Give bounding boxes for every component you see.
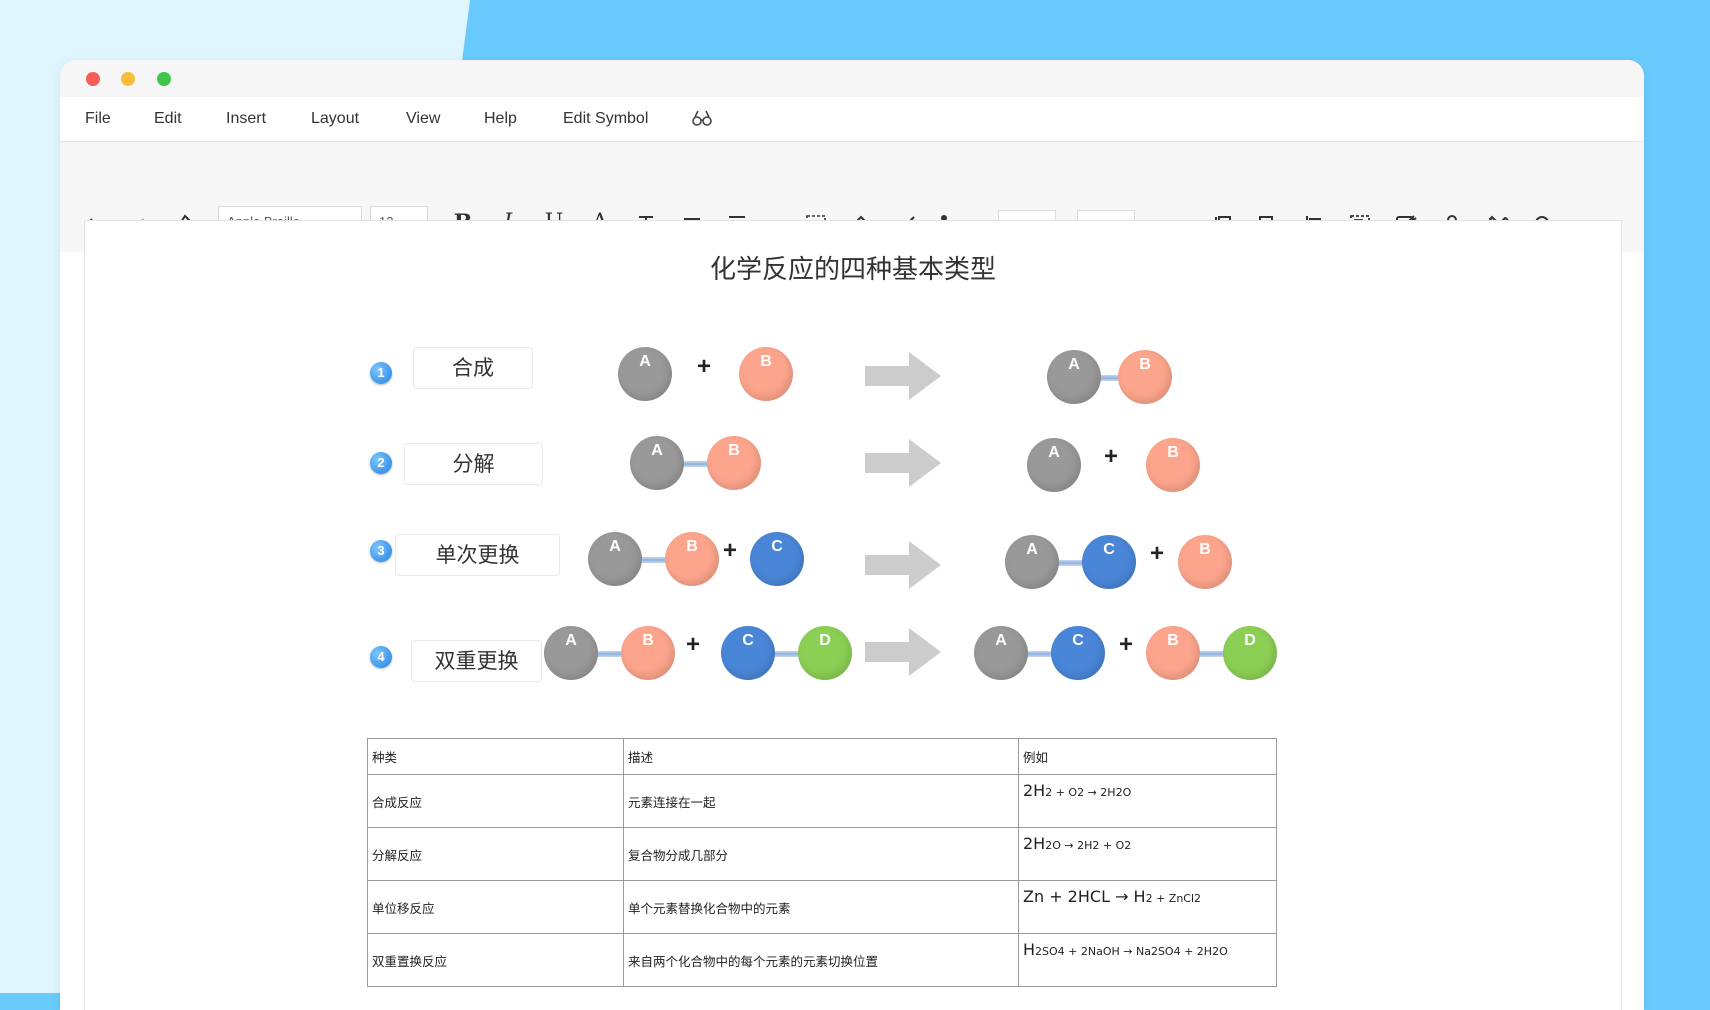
atom-a[interactable]: A	[588, 532, 642, 586]
atom-b[interactable]: B	[1178, 535, 1232, 589]
plus-sign: +	[1104, 443, 1119, 470]
diagram-canvas[interactable]: 化学反应的四种基本类型 1 合成 A + B A B 2 分解 A B A + …	[84, 220, 1622, 1010]
table-header-type: 种类	[367, 738, 624, 775]
close-window-button[interactable]	[86, 72, 100, 86]
atom-b[interactable]: B	[1146, 626, 1200, 680]
reaction-label-synthesis[interactable]: 合成	[413, 347, 533, 389]
atom-a[interactable]: A	[618, 347, 672, 401]
atom-a[interactable]: A	[1005, 535, 1059, 589]
binoculars-icon[interactable]	[690, 106, 714, 135]
reaction-arrow-icon	[865, 439, 941, 487]
atom-c[interactable]: C	[1082, 535, 1136, 589]
table-row[interactable]: 单位移反应 单个元素替换化合物中的元素 Zn + 2HCL → H2 + ZnC…	[367, 880, 1277, 934]
menu-view[interactable]: View	[406, 110, 440, 128]
table-cell-type: 分解反应	[367, 827, 624, 881]
table-row[interactable]: 合成反应 元素连接在一起 2H2 + O2 → 2H2O	[367, 774, 1277, 828]
example-main-text: 2H	[1023, 834, 1046, 853]
atom-c[interactable]: C	[721, 626, 775, 680]
table-cell-description: 来自两个化合物中的每个元素的元素切换位置	[623, 933, 1019, 987]
example-small-text: 2 + O2 → 2H2O	[1045, 786, 1132, 799]
minimize-window-button[interactable]	[121, 72, 135, 86]
atom-b[interactable]: B	[739, 347, 793, 401]
atom-c[interactable]: C	[1051, 626, 1105, 680]
table-row[interactable]: 分解反应 复合物分成几部分 2H2O → 2H2 + O2	[367, 827, 1277, 881]
reaction-arrow-icon	[865, 628, 941, 676]
app-window: File Edit Insert Layout View Help Edit S…	[60, 60, 1644, 1010]
menu-edit-symbol[interactable]: Edit Symbol	[563, 110, 648, 128]
table-row[interactable]: 双重置换反应 来自两个化合物中的每个元素的元素切换位置 H2SO4 + 2NaO…	[367, 933, 1277, 987]
atom-b[interactable]: B	[1146, 438, 1200, 492]
table-cell-example: Zn + 2HCL → H2 + ZnCl2	[1018, 880, 1277, 934]
reaction-label-double-replacement[interactable]: 双重更换	[411, 640, 542, 682]
atom-d[interactable]: D	[1223, 626, 1277, 680]
plus-sign: +	[723, 537, 738, 564]
plus-sign: +	[697, 353, 712, 380]
plus-sign: +	[1150, 540, 1165, 567]
example-small-text: 2 + ZnCl2	[1145, 892, 1202, 905]
atom-a[interactable]: A	[1047, 350, 1101, 404]
reaction-arrow-icon	[865, 541, 941, 589]
step-number-3: 3	[370, 540, 392, 562]
menu-layout[interactable]: Layout	[311, 110, 359, 128]
plus-sign: +	[1119, 631, 1134, 658]
example-small-text: 2O → 2H2 + O2	[1045, 839, 1132, 852]
atom-a[interactable]: A	[544, 626, 598, 680]
title-bar	[60, 60, 1644, 97]
menu-file[interactable]: File	[85, 110, 111, 128]
reaction-arrow-icon	[865, 352, 941, 400]
atom-b[interactable]: B	[665, 532, 719, 586]
plus-sign: +	[686, 631, 701, 658]
table-cell-description: 单个元素替换化合物中的元素	[623, 880, 1019, 934]
maximize-window-button[interactable]	[157, 72, 171, 86]
step-number-1: 1	[370, 362, 392, 384]
reaction-label-single-replacement[interactable]: 单次更换	[395, 534, 560, 576]
menu-bar: File Edit Insert Layout View Help Edit S…	[60, 97, 1644, 142]
atom-a[interactable]: A	[974, 626, 1028, 680]
atom-b[interactable]: B	[1118, 350, 1172, 404]
atom-a[interactable]: A	[1027, 438, 1081, 492]
example-main-text: 2H	[1023, 781, 1046, 800]
reaction-table[interactable]: 种类 描述 例如 合成反应 元素连接在一起 2H2 + O2 → 2H2O 分解…	[367, 738, 1277, 987]
table-cell-type: 合成反应	[367, 774, 624, 828]
menu-edit[interactable]: Edit	[154, 110, 182, 128]
step-number-2: 2	[370, 452, 392, 474]
table-cell-example: 2H2O → 2H2 + O2	[1018, 827, 1277, 881]
menu-insert[interactable]: Insert	[226, 110, 266, 128]
table-cell-type: 单位移反应	[367, 880, 624, 934]
table-cell-description: 元素连接在一起	[623, 774, 1019, 828]
table-header-row: 种类 描述 例如	[367, 738, 1277, 775]
atom-d[interactable]: D	[798, 626, 852, 680]
atom-b[interactable]: B	[621, 626, 675, 680]
atom-c[interactable]: C	[750, 532, 804, 586]
table-cell-example: H2SO4 + 2NaOH → Na2SO4 + 2H2O	[1018, 933, 1277, 987]
table-cell-description: 复合物分成几部分	[623, 827, 1019, 881]
step-number-4: 4	[370, 646, 392, 668]
table-cell-type: 双重置换反应	[367, 933, 624, 987]
table-header-example: 例如	[1018, 738, 1277, 775]
atom-b[interactable]: B	[707, 436, 761, 490]
atom-a[interactable]: A	[630, 436, 684, 490]
example-main-text: H	[1023, 940, 1036, 959]
menu-help[interactable]: Help	[484, 110, 517, 128]
table-cell-example: 2H2 + O2 → 2H2O	[1018, 774, 1277, 828]
table-header-description: 描述	[623, 738, 1019, 775]
page-title[interactable]: 化学反应的四种基本类型	[85, 249, 1621, 286]
example-main-text: Zn + 2HCL → H	[1023, 887, 1146, 906]
example-small-text: 2SO4 + 2NaOH → Na2SO4 + 2H2O	[1035, 945, 1228, 958]
reaction-label-decomposition[interactable]: 分解	[404, 443, 543, 485]
